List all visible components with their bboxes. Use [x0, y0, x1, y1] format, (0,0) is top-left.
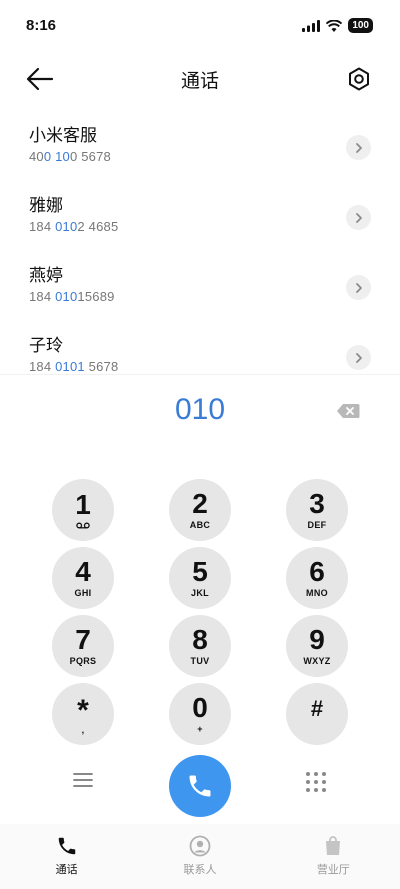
chevron-right-icon [355, 282, 362, 293]
keypad-icon [306, 772, 326, 792]
nav-item-contacts[interactable]: 联系人 [133, 824, 266, 889]
voicemail-icon [76, 522, 90, 529]
key-digit: 3 [309, 487, 325, 519]
status-icons: 100 [302, 18, 373, 33]
key-6[interactable]: 6 MNO [286, 547, 348, 609]
key-letters: TUV [190, 655, 210, 666]
key-digit: 9 [309, 623, 325, 655]
dial-pad: 010 1 2 ABC 3 DEF 4 GHI 5 JKL 6 MNO 7 PQ… [0, 374, 400, 824]
contact-number: 184 0101 5678 [29, 359, 119, 374]
contact-number: 400 100 5678 [29, 149, 111, 164]
key-8[interactable]: 8 TUV [169, 615, 231, 677]
key-digit: 7 [75, 623, 91, 655]
contact-detail-button[interactable] [346, 275, 371, 300]
key-letters: MNO [306, 587, 328, 598]
page-title: 通话 [180, 70, 219, 92]
contact-detail-button[interactable] [346, 205, 371, 230]
key-digit: 2 [192, 487, 208, 519]
contact-row[interactable]: 小米客服 400 100 5678 [0, 112, 400, 182]
contact-detail-button[interactable] [346, 345, 371, 370]
key-digit: 4 [75, 555, 91, 587]
menu-button[interactable] [72, 771, 94, 789]
key-hash[interactable]: # [286, 683, 348, 745]
key-digit: 6 [309, 555, 325, 587]
key-letters: PQRS [69, 655, 97, 666]
contact-name: 子玲 [29, 336, 63, 356]
nav-item-calls[interactable]: 通话 [0, 824, 133, 889]
phone-icon [189, 775, 211, 797]
key-digit: 0 [192, 691, 208, 723]
nav-label: 通话 [55, 863, 78, 876]
key-letters: + [197, 723, 203, 734]
key-letters: GHI [74, 587, 92, 598]
contact-match-list: 小米客服 400 100 5678 雅娜 184 0102 4685 燕婷 18… [0, 112, 400, 374]
keypad-toggle-button[interactable] [305, 771, 327, 793]
key-letters: ABC [189, 519, 211, 530]
key-letters: DEF [307, 519, 327, 530]
key-letters: JKL [191, 587, 209, 598]
contact-name: 雅娜 [29, 196, 63, 216]
settings-button[interactable] [346, 66, 372, 92]
key-digit: 1 [75, 489, 91, 520]
key-star[interactable]: * , [52, 683, 114, 745]
signal-icon [302, 19, 321, 32]
settings-icon [349, 67, 369, 91]
key-4[interactable]: 4 GHI [52, 547, 114, 609]
nav-label: 联系人 [183, 863, 217, 876]
status-bar: 8:16 100 [0, 0, 400, 54]
key-5[interactable]: 5 JKL [169, 547, 231, 609]
backspace-button[interactable] [336, 403, 360, 419]
wifi-icon [326, 19, 343, 32]
contact-detail-button[interactable] [346, 135, 371, 160]
call-button[interactable] [169, 755, 231, 817]
key-7[interactable]: 7 PQRS [52, 615, 114, 677]
key-digit: 5 [192, 555, 208, 587]
key-digit: 8 [192, 623, 208, 655]
chevron-right-icon [355, 352, 362, 363]
chevron-right-icon [355, 212, 362, 223]
contact-name: 燕婷 [29, 266, 63, 286]
contact-icon [189, 835, 211, 857]
header: 通话 [0, 54, 400, 104]
contact-name: 小米客服 [29, 126, 97, 146]
bag-icon [326, 836, 341, 855]
chevron-right-icon [355, 142, 362, 153]
battery-indicator: 100 [348, 18, 373, 33]
key-digit: # [310, 696, 324, 721]
nav-label: 营业厅 [316, 863, 350, 876]
key-1[interactable]: 1 [52, 479, 114, 541]
contact-number: 184 01015689 [29, 289, 115, 304]
contact-row[interactable]: 燕婷 184 01015689 [0, 252, 400, 322]
key-digit: * [77, 693, 89, 727]
contact-row[interactable]: 子玲 184 0101 5678 [0, 322, 400, 374]
key-letters: , [81, 724, 85, 735]
key-2[interactable]: 2 ABC [169, 479, 231, 541]
key-0[interactable]: 0 + [169, 683, 231, 745]
key-9[interactable]: 9 WXYZ [286, 615, 348, 677]
contact-number: 184 0102 4685 [29, 219, 119, 234]
nav-item-service-hall[interactable]: 营业厅 [267, 824, 400, 889]
menu-icon [73, 773, 93, 787]
contact-row[interactable]: 雅娜 184 0102 4685 [0, 182, 400, 252]
status-time: 8:16 [26, 17, 57, 34]
phone-icon [58, 837, 75, 855]
bottom-nav: 通话 联系人 营业厅 [0, 824, 400, 889]
key-3[interactable]: 3 DEF [286, 479, 348, 541]
backspace-icon [337, 404, 360, 418]
key-letters: WXYZ [303, 655, 331, 666]
